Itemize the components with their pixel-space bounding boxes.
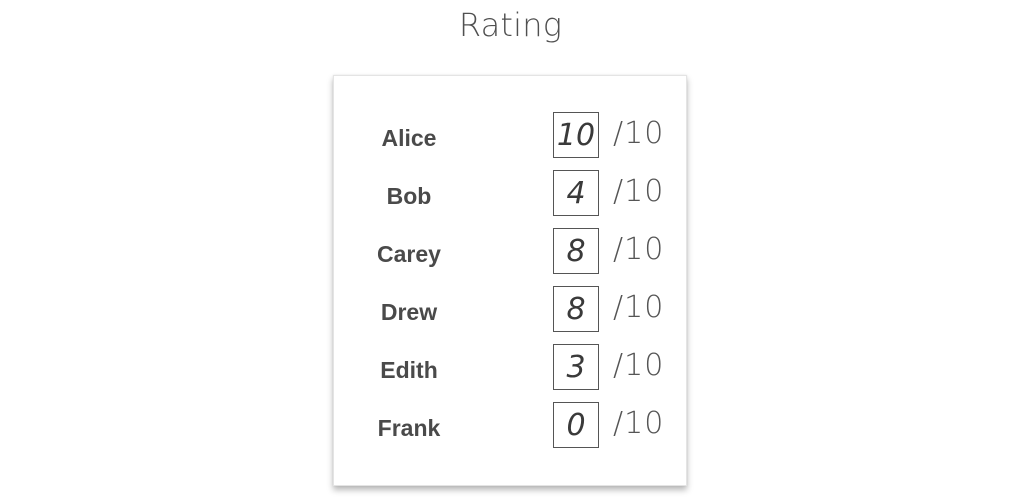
person-name: Carey — [377, 241, 441, 267]
score-field-carey[interactable]: 8 — [553, 228, 599, 274]
person-name: Alice — [381, 125, 437, 151]
score-field-edith[interactable]: 3 — [553, 344, 599, 390]
rating-row-carey: Carey 8 /10 — [334, 228, 686, 286]
rating-row-drew: Drew 8 /10 — [334, 286, 686, 344]
score-field-bob[interactable]: 4 — [553, 170, 599, 216]
score-field-drew[interactable]: 8 — [553, 286, 599, 332]
max-score-label: /10 — [613, 348, 665, 383]
max-score-label: /10 — [613, 116, 665, 151]
rating-card: Alice 10 /10 Bob 4 /10 Carey 8 /10 Drew … — [333, 75, 687, 486]
max-score-label: /10 — [613, 290, 665, 325]
max-score-label: /10 — [613, 406, 665, 441]
score-field-alice[interactable]: 10 — [553, 112, 599, 158]
rating-list: Alice 10 /10 Bob 4 /10 Carey 8 /10 Drew … — [334, 112, 686, 460]
rating-row-bob: Bob 4 /10 — [334, 170, 686, 228]
score-field-frank[interactable]: 0 — [553, 402, 599, 448]
person-name: Frank — [377, 415, 441, 441]
page-title: Rating — [458, 6, 563, 44]
max-score-label: /10 — [613, 232, 665, 267]
person-name: Edith — [380, 357, 438, 383]
rating-page: Rating Alice 10 /10 Bob 4 /10 Carey 8 /1… — [0, 0, 1021, 504]
rating-row-alice: Alice 10 /10 — [334, 112, 686, 170]
rating-row-frank: Frank 0 /10 — [334, 402, 686, 460]
person-name: Bob — [386, 183, 432, 209]
max-score-label: /10 — [613, 174, 665, 209]
rating-row-edith: Edith 3 /10 — [334, 344, 686, 402]
person-name: Drew — [380, 299, 438, 325]
